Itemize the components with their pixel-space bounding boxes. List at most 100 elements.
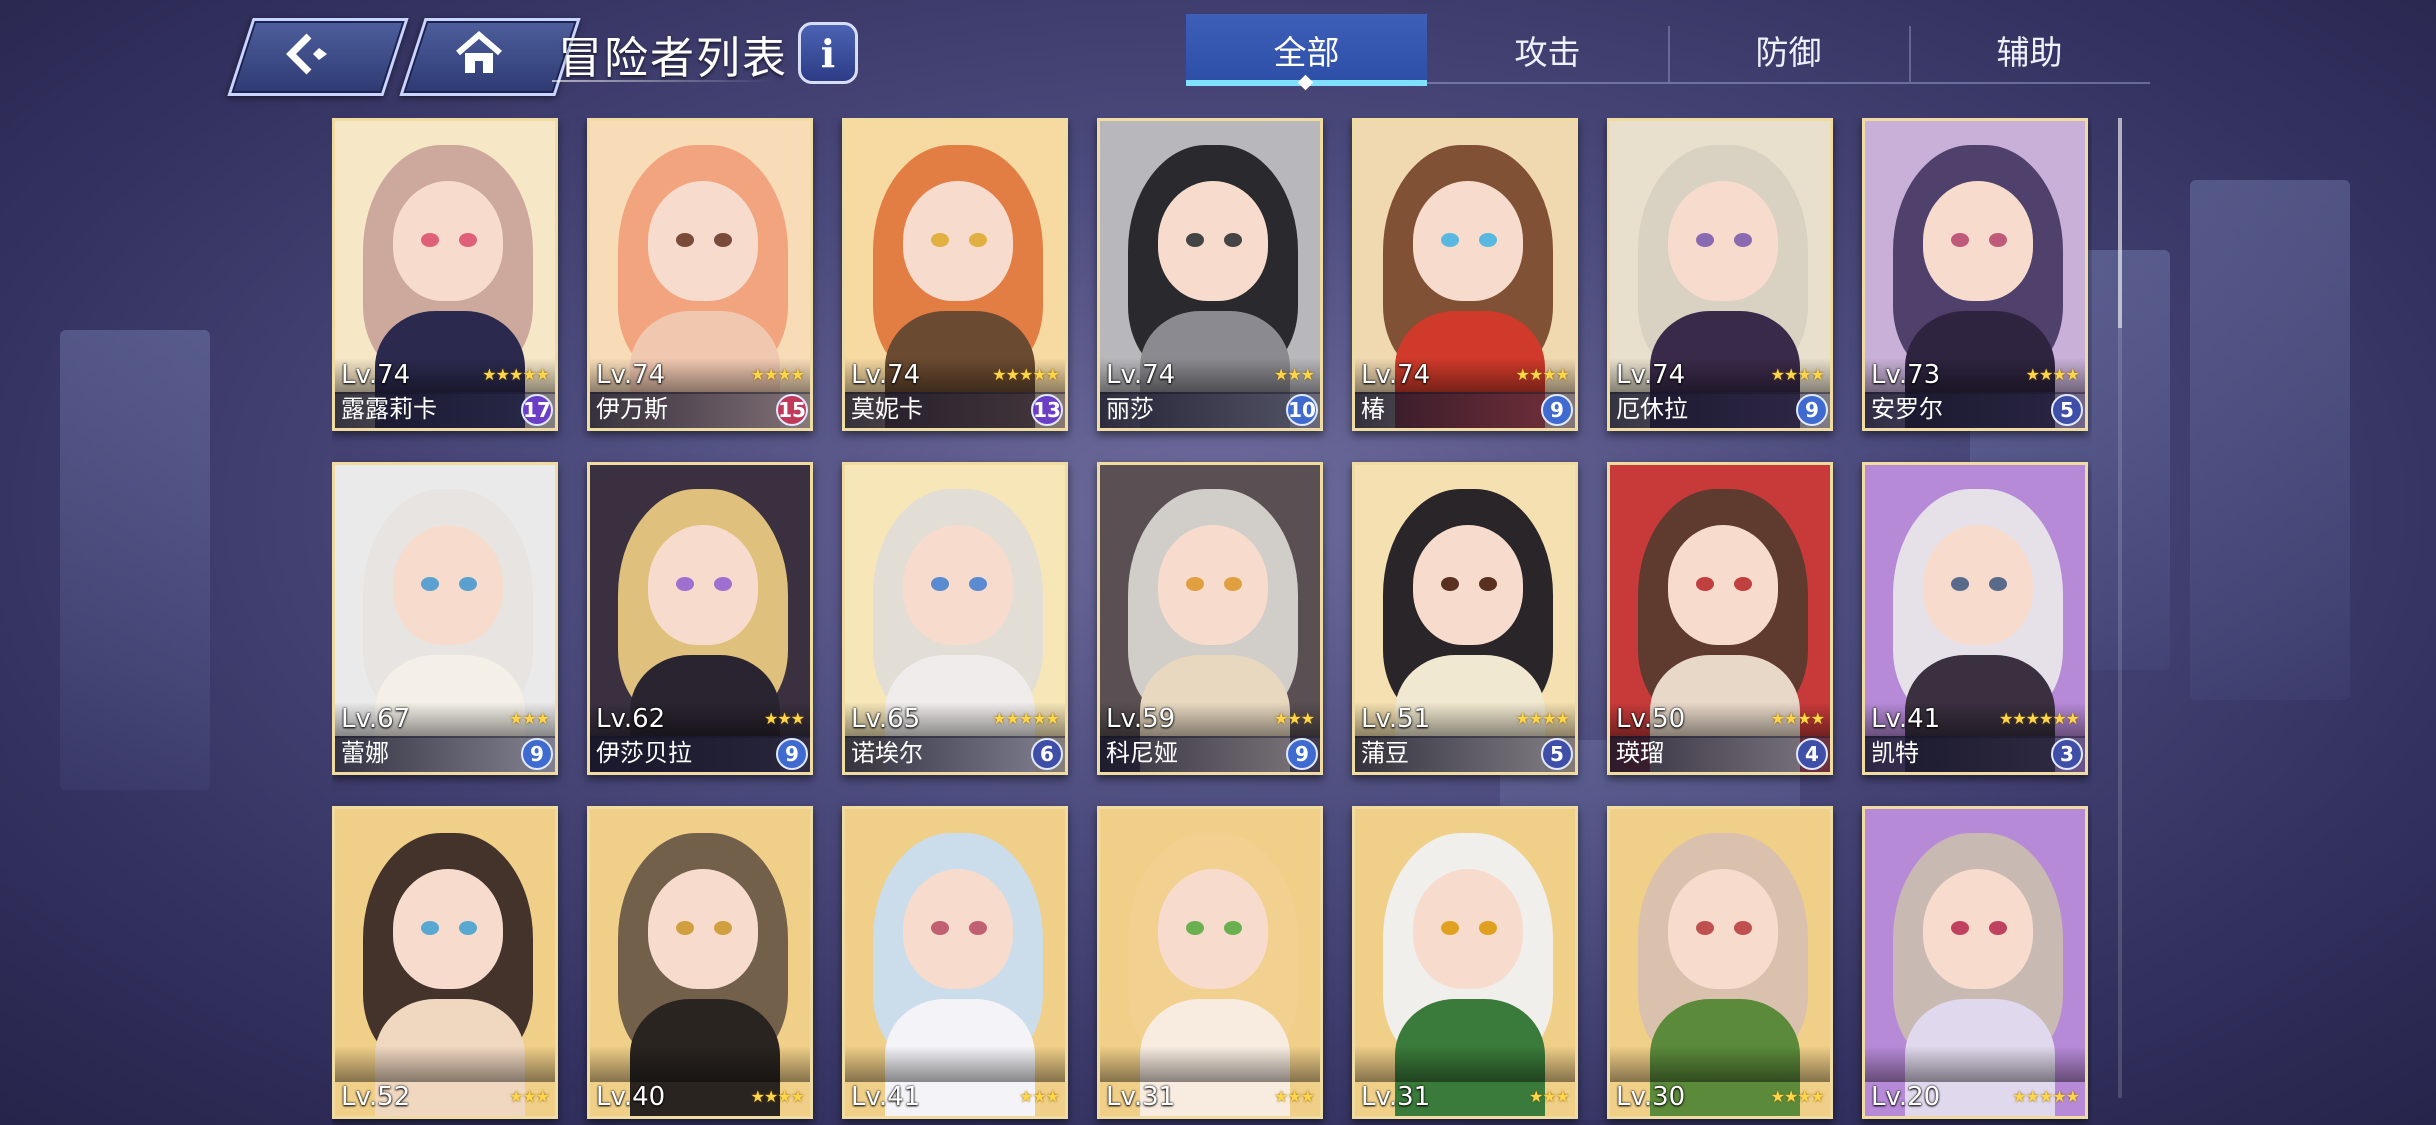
portrait-face — [903, 525, 1013, 645]
star-icon: ★ — [1273, 1087, 1288, 1106]
portrait-eye — [676, 577, 694, 591]
star-icon: ★ — [1555, 365, 1570, 384]
adventurer-card[interactable]: Lv.62 ★★★ 伊莎贝拉 9 — [587, 462, 813, 775]
star-icon: ★ — [1300, 1087, 1315, 1106]
portrait-eye — [1224, 233, 1242, 247]
portrait-face — [393, 181, 503, 301]
star-icon: ★ — [2025, 709, 2040, 728]
star-icon: ★ — [777, 365, 791, 384]
rank-badge: 10 — [1286, 394, 1318, 426]
home-icon[interactable] — [404, 18, 554, 90]
adventurer-card[interactable]: Lv.20 ★★★★★ — [1862, 806, 2088, 1119]
portrait-eye — [1186, 921, 1204, 935]
star-icon: ★ — [495, 365, 510, 384]
star-icon: ★ — [508, 365, 523, 384]
star-icon: ★ — [2052, 709, 2066, 728]
portrait-eye — [714, 921, 732, 935]
adventurer-name: 伊莎贝拉 — [596, 739, 692, 767]
star-icon: ★ — [2038, 1087, 2053, 1106]
scrollbar-thumb[interactable] — [2118, 118, 2122, 328]
star-icon: ★ — [2052, 1087, 2066, 1106]
adventurer-card[interactable]: Lv.73 ★★★★ 安罗尔 5 — [1862, 118, 2088, 431]
tab-support[interactable]: 辅助 — [1909, 14, 2150, 86]
adventurer-card[interactable]: Lv.67 ★★★ 蕾娜 9 — [332, 462, 558, 775]
star-icon: ★ — [2065, 1087, 2080, 1106]
portrait-eye — [1989, 233, 2007, 247]
adventurer-card[interactable]: Lv.52 ★★★ — [332, 806, 558, 1119]
level-label: Lv.65 — [851, 704, 921, 734]
adventurer-name: 诺埃尔 — [851, 739, 923, 767]
rank-badge: 5 — [1541, 738, 1573, 770]
portrait-eye — [1951, 921, 1969, 935]
star-icon: ★ — [777, 1087, 791, 1106]
adventurer-name: 蕾娜 — [341, 739, 389, 767]
level-label: Lv.62 — [596, 704, 666, 734]
portrait-eye — [1696, 577, 1714, 591]
portrait-eye — [1479, 921, 1497, 935]
portrait-eye — [969, 577, 987, 591]
level-shade — [335, 1046, 555, 1082]
star-icon: ★ — [2025, 1087, 2040, 1106]
star-icon: ★ — [1810, 709, 1825, 728]
info-icon[interactable]: i — [798, 22, 858, 84]
portrait-eye — [1951, 233, 1969, 247]
star-icon: ★ — [1273, 709, 1288, 728]
star-icon: ★ — [1045, 365, 1060, 384]
adventurer-card[interactable]: Lv.50 ★★★★ 瑛瑠 4 — [1607, 462, 1833, 775]
portrait-eye — [1696, 233, 1714, 247]
portrait-eye — [1479, 577, 1497, 591]
adventurer-card[interactable]: Lv.31 ★★★ — [1352, 806, 1578, 1119]
portrait-face — [1413, 869, 1523, 989]
star-icon: ★ — [1287, 1087, 1301, 1106]
portrait-face — [1923, 525, 2033, 645]
adventurer-card[interactable]: Lv.30 ★★★★ — [1607, 806, 1833, 1119]
adventurer-card[interactable]: Lv.74 ★★★ 丽莎 10 — [1097, 118, 1323, 431]
star-icon: ★ — [1783, 709, 1798, 728]
portrait-eye — [714, 233, 732, 247]
adventurer-card[interactable]: Lv.65 ★★★★★ 诺埃尔 6 — [842, 462, 1068, 775]
star-icon: ★ — [750, 1087, 765, 1106]
star-rating: ★★★★★★ — [1998, 709, 2080, 728]
star-icon: ★ — [1300, 365, 1315, 384]
adventurer-card[interactable]: Lv.40 ★★★★ — [587, 806, 813, 1119]
adventurer-name: 丽莎 — [1106, 395, 1154, 423]
adventurer-card[interactable]: Lv.59 ★★★ 科尼娅 9 — [1097, 462, 1323, 775]
page-title: 冒险者列表 — [558, 33, 788, 84]
adventurer-card[interactable]: Lv.51 ★★★★ 蒲豆 5 — [1352, 462, 1578, 775]
portrait-eye — [1479, 233, 1497, 247]
star-icon: ★ — [1770, 1087, 1785, 1106]
tab-defense[interactable]: 防御 — [1668, 14, 1909, 86]
star-icon: ★ — [1528, 365, 1543, 384]
adventurer-card[interactable]: Lv.74 ★★★★★ 露露莉卡 17 — [332, 118, 558, 431]
adventurer-name: 科尼娅 — [1106, 739, 1178, 767]
star-icon: ★ — [992, 709, 1006, 728]
star-icon: ★ — [508, 709, 523, 728]
adventurer-card[interactable]: Lv.31 ★★★ — [1097, 806, 1323, 1119]
adventurer-card[interactable]: Lv.74 ★★★★★ 莫妮卡 13 — [842, 118, 1068, 431]
star-icon: ★ — [1783, 365, 1798, 384]
adventurer-card[interactable]: Lv.74 ★★★★ 厄休拉 9 — [1607, 118, 1833, 431]
star-icon: ★ — [1528, 1087, 1543, 1106]
star-icon: ★ — [1797, 1087, 1811, 1106]
portrait-face — [1413, 525, 1523, 645]
background-window — [2190, 180, 2350, 700]
adventurer-card[interactable]: Lv.74 ★★★★ 椿 9 — [1352, 118, 1578, 431]
star-rating: ★★★★ — [1771, 709, 1825, 728]
adventurer-card[interactable]: Lv.41 ★★★ — [842, 806, 1068, 1119]
level-label: Lv.40 — [596, 1082, 666, 1112]
tab-attack[interactable]: 攻击 — [1427, 14, 1668, 86]
category-tabs: 全部 攻击 防御 辅助 — [1186, 14, 2150, 86]
portrait-eye — [1186, 577, 1204, 591]
portrait-eye — [1734, 577, 1752, 591]
portrait-eye — [969, 233, 987, 247]
portrait-eye — [931, 233, 949, 247]
adventurer-card[interactable]: Lv.74 ★★★★ 伊万斯 15 — [587, 118, 813, 431]
star-icon: ★ — [1998, 709, 2013, 728]
star-icon: ★ — [2065, 709, 2080, 728]
star-icon: ★ — [763, 709, 778, 728]
back-arrow-icon[interactable] — [232, 18, 382, 90]
adventurer-card[interactable]: Lv.41 ★★★★★★ 凯特 3 — [1862, 462, 2088, 775]
adventurer-name: 安罗尔 — [1871, 395, 1943, 423]
star-icon: ★ — [790, 365, 805, 384]
star-icon: ★ — [2038, 365, 2053, 384]
